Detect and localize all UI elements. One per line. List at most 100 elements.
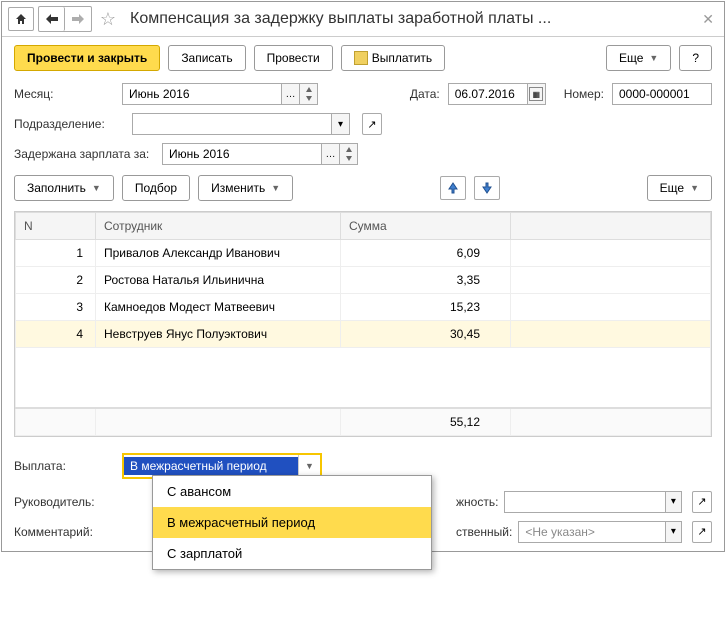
responsible-input[interactable] — [518, 521, 666, 543]
month-spinner-button[interactable] — [300, 83, 318, 105]
cell-sum: 6,09 — [341, 240, 511, 267]
month-combo: … — [122, 83, 318, 105]
pay-label: Выплатить — [372, 51, 433, 65]
table-row[interactable]: 3Камноедов Модест Матвеевич15,23 — [16, 294, 711, 321]
cell-extra — [511, 294, 711, 321]
calendar-icon: ▦ — [529, 87, 543, 101]
month-ellipsis-button[interactable]: … — [282, 83, 300, 105]
titlebar: ☆ Компенсация за задержку выплаты зарабо… — [2, 2, 724, 37]
date-label: Дата: — [410, 87, 440, 101]
chevron-down-icon: ▼ — [649, 53, 658, 63]
close-icon[interactable]: ✕ — [698, 11, 718, 28]
fill-button[interactable]: Заполнить ▼ — [14, 175, 114, 201]
payment-selected: В межрасчетный период — [124, 457, 298, 475]
total-sum: 55,12 — [341, 408, 511, 436]
cell-sum: 30,45 — [341, 321, 511, 348]
col-extra[interactable] — [511, 213, 711, 240]
payment-option-advance[interactable]: С авансом — [153, 476, 431, 507]
edit-button[interactable]: Изменить ▼ — [198, 175, 293, 201]
responsible-open-button[interactable]: ↗ — [692, 521, 712, 543]
cell-n: 3 — [16, 294, 96, 321]
cell-employee: Привалов Александр Иванович — [96, 240, 341, 267]
table-row[interactable]: 1Привалов Александр Иванович6,09 — [16, 240, 711, 267]
col-employee[interactable]: Сотрудник — [96, 213, 341, 240]
table-more-label: Еще — [660, 181, 684, 195]
cell-extra — [511, 267, 711, 294]
dept-dropdown-button[interactable]: ▾ — [332, 113, 350, 135]
pay-icon — [354, 51, 368, 65]
cell-n: 1 — [16, 240, 96, 267]
favorite-icon[interactable]: ☆ — [96, 7, 120, 31]
write-button[interactable]: Записать — [168, 45, 245, 71]
move-up-button[interactable] — [440, 176, 466, 200]
cell-employee: Камноедов Модест Матвеевич — [96, 294, 341, 321]
dept-input[interactable] — [132, 113, 332, 135]
position-combo: ▾ — [504, 491, 682, 513]
leader-label: Руководитель: — [14, 495, 114, 509]
payment-menu: С авансом В межрасчетный период С зарпла… — [152, 475, 432, 570]
home-button[interactable] — [8, 7, 34, 31]
dept-open-button[interactable]: ↗ — [362, 113, 382, 135]
post-button[interactable]: Провести — [254, 45, 333, 71]
help-button[interactable]: ? — [679, 45, 712, 71]
comment-label: Комментарий: — [14, 525, 114, 539]
table-more-button[interactable]: Еще ▼ — [647, 175, 712, 201]
employee-table: N Сотрудник Сумма 1Привалов Александр Ив… — [14, 211, 712, 437]
fill-label: Заполнить — [27, 181, 86, 195]
responsible-label: ственный: — [456, 525, 512, 539]
month-input[interactable] — [122, 83, 282, 105]
cell-employee: Ростова Наталья Ильинична — [96, 267, 341, 294]
calendar-button[interactable]: ▦ — [528, 83, 546, 105]
move-down-button[interactable] — [474, 176, 500, 200]
delayed-ellipsis-button[interactable]: … — [322, 143, 340, 165]
delayed-spinner-button[interactable] — [340, 143, 358, 165]
position-label: жность: — [456, 495, 498, 509]
document-window: ☆ Компенсация за задержку выплаты зарабо… — [1, 1, 725, 552]
cell-sum: 3,35 — [341, 267, 511, 294]
position-dropdown-button[interactable]: ▾ — [666, 491, 682, 513]
forward-button[interactable] — [65, 7, 91, 31]
main-toolbar: Провести и закрыть Записать Провести Вып… — [2, 37, 724, 79]
responsible-dropdown-button[interactable]: ▾ — [666, 521, 682, 543]
back-button[interactable] — [39, 7, 65, 31]
col-sum[interactable]: Сумма — [341, 213, 511, 240]
month-label: Месяц: — [14, 87, 114, 101]
col-n[interactable]: N — [16, 213, 96, 240]
cell-employee: Невструев Янус Полуэктович — [96, 321, 341, 348]
table-row[interactable]: 4Невструев Янус Полуэктович30,45 — [16, 321, 711, 348]
pay-button[interactable]: Выплатить — [341, 45, 446, 71]
position-input[interactable] — [504, 491, 665, 513]
dept-label: Подразделение: — [14, 117, 124, 131]
post-close-button[interactable]: Провести и закрыть — [14, 45, 160, 71]
payment-option-salary[interactable]: С зарплатой — [153, 538, 431, 569]
date-combo: ▦ — [448, 83, 546, 105]
select-button[interactable]: Подбор — [122, 175, 190, 201]
dept-combo: ▾ — [132, 113, 350, 135]
delayed-combo: … — [162, 143, 358, 165]
table-toolbar: Заполнить ▼ Подбор Изменить ▼ Еще ▼ — [2, 169, 724, 207]
position-open-button[interactable]: ↗ — [692, 491, 712, 513]
total-row: 55,12 — [16, 408, 711, 436]
empty-row — [16, 348, 711, 408]
nav-group — [38, 6, 92, 32]
cell-sum: 15,23 — [341, 294, 511, 321]
responsible-combo: ▾ — [518, 521, 682, 543]
cell-extra — [511, 321, 711, 348]
payment-label: Выплата: — [14, 459, 114, 473]
payment-toggle[interactable]: ▼ — [298, 455, 320, 477]
chevron-down-icon: ▼ — [690, 183, 699, 193]
table-row[interactable]: 2Ростова Наталья Ильинична3,35 — [16, 267, 711, 294]
window-title: Компенсация за задержку выплаты заработн… — [130, 10, 694, 28]
row-delayed: Задержана зарплата за: … — [2, 139, 724, 169]
date-input[interactable] — [448, 83, 528, 105]
payment-option-intersettlement[interactable]: В межрасчетный период — [153, 507, 431, 538]
delayed-input[interactable] — [162, 143, 322, 165]
table-header-row: N Сотрудник Сумма — [16, 213, 711, 240]
cell-n: 4 — [16, 321, 96, 348]
more-button[interactable]: Еще ▼ — [606, 45, 671, 71]
bottom-form: Выплата: В межрасчетный период ▼ С аванс… — [2, 441, 724, 551]
edit-label: Изменить — [211, 181, 265, 195]
number-label: Номер: — [564, 87, 604, 101]
cell-n: 2 — [16, 267, 96, 294]
number-input[interactable] — [612, 83, 712, 105]
